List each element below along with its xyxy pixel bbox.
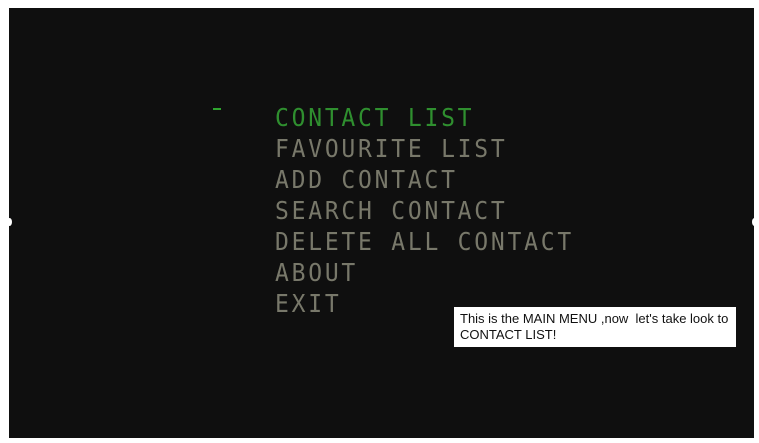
menu-item-add-contact[interactable]: ADD CONTACT <box>275 166 574 197</box>
menu-selection-cursor-icon <box>213 108 221 110</box>
right-edge-marker <box>752 218 757 226</box>
menu-item-favourite-list[interactable]: FAVOURITE LIST <box>275 135 574 166</box>
left-edge-marker <box>7 218 12 226</box>
main-menu: CONTACT LIST FAVOURITE LIST ADD CONTACT … <box>275 104 600 321</box>
menu-item-delete-all-contact[interactable]: DELETE ALL CONTACT <box>275 228 574 259</box>
tutorial-tooltip: This is the MAIN MENU ,now let's take lo… <box>454 307 736 347</box>
menu-item-contact-list[interactable]: CONTACT LIST <box>275 104 574 135</box>
menu-item-search-contact[interactable]: SEARCH CONTACT <box>275 197 574 228</box>
menu-item-about[interactable]: ABOUT <box>275 259 574 290</box>
